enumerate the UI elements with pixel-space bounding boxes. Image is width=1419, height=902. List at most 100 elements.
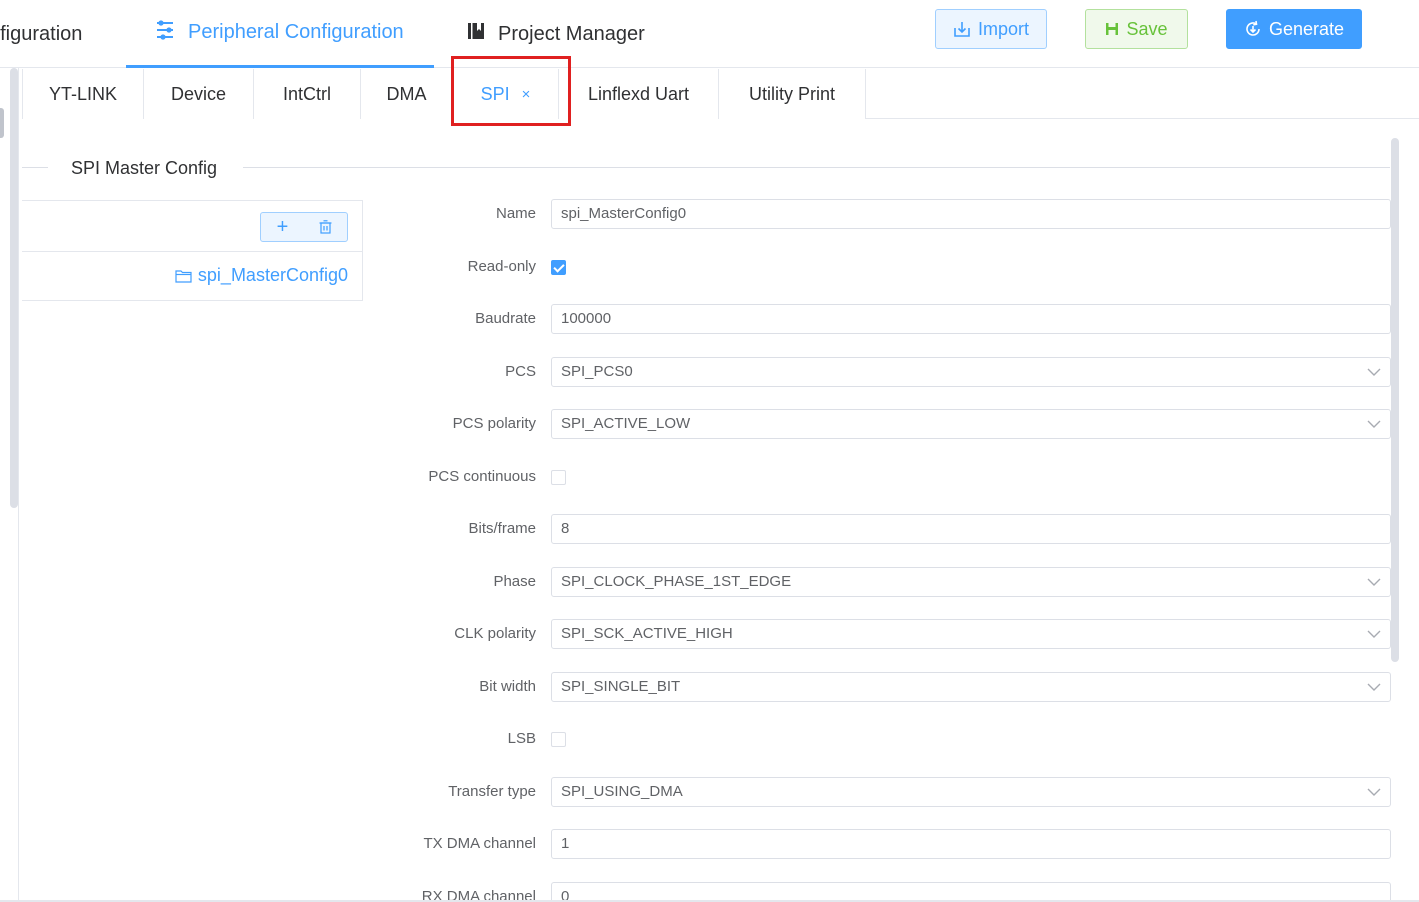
transfer-type-select[interactable]: SPI_USING_DMA [551,777,1391,807]
form-row-pcs-polarity: PCS polarity SPI_ACTIVE_LOW [360,409,1391,439]
tab-configuration[interactable]: nfiguration [0,0,126,68]
name-value: spi_MasterConfig0 [561,205,687,222]
left-scrollbar[interactable] [10,68,18,508]
form-row-name: Name spi_MasterConfig0 [360,199,1391,229]
add-button[interactable]: + [261,213,304,241]
readonly-checkbox[interactable] [551,260,566,275]
book-icon [466,21,486,47]
pcs-continuous-checkbox[interactable] [551,470,566,485]
form-clip: RX DMA channel 0 [0,880,1419,900]
tab-linflexd-uart[interactable]: Linflexd Uart [559,69,719,119]
readonly-label: Read-only [467,258,536,275]
section-title: SPI Master Config [71,158,244,179]
bits-frame-label: Bits/frame [468,520,536,537]
phase-select[interactable]: SPI_CLOCK_PHASE_1ST_EDGE [551,567,1391,597]
clk-polarity-select[interactable]: SPI_SCK_ACTIVE_HIGH [551,619,1391,649]
form-row-pcs: PCS SPI_PCS0 [360,357,1391,387]
form-row-bit-width: Bit width SPI_SINGLE_BIT [360,672,1391,702]
tab-peripheral-configuration[interactable]: Peripheral Configuration [126,0,434,68]
transfer-type-value: SPI_USING_DMA [561,783,683,800]
tab-yt-link[interactable]: YT-LINK [22,69,144,119]
tab-configuration-label: nfiguration [0,22,83,45]
import-icon [954,22,970,37]
section-divider [22,167,48,168]
generate-icon [1246,20,1260,36]
tab-spi[interactable]: SPI × [453,69,559,119]
tx-dma-channel-value: 1 [561,835,570,852]
phase-label: Phase [493,573,536,590]
chevron-down-icon [1367,683,1381,691]
chevron-down-icon [1367,368,1381,376]
chevron-down-icon [1367,788,1381,796]
tab-project-manager[interactable]: Project Manager [466,0,645,68]
top-navigation: nfiguration Peripheral Configuration Pro… [0,0,1419,68]
tx-dma-channel-input[interactable]: 1 [551,829,1391,859]
tab-label: Linflexd Uart [587,83,690,104]
form-scrollbar[interactable] [1391,138,1399,662]
save-label: Save [1126,18,1168,39]
pcs-select[interactable]: SPI_PCS0 [551,357,1391,387]
form-row-baudrate: Baudrate 100000 [360,304,1391,334]
delete-button[interactable] [304,213,347,241]
bit-width-label: Bit width [479,678,536,695]
rx-dma-channel-input[interactable]: 0 [551,882,1391,900]
form-row-phase: Phase SPI_CLOCK_PHASE_1ST_EDGE [360,567,1391,597]
bit-width-select[interactable]: SPI_SINGLE_BIT [551,672,1391,702]
pcs-polarity-label: PCS polarity [452,415,536,432]
lsb-label: LSB [507,730,536,747]
chevron-down-icon [1367,630,1381,638]
pcs-polarity-value: SPI_ACTIVE_LOW [561,415,691,432]
form-row-clk-polarity: CLK polarity SPI_SCK_ACTIVE_HIGH [360,619,1391,649]
chevron-down-icon [1367,420,1381,428]
lsb-checkbox[interactable] [551,732,566,747]
bits-frame-value: 8 [561,520,570,537]
tab-label: Device [170,83,227,104]
rx-dma-channel-value: 0 [561,888,570,900]
peripheral-tabs: YT-LINK Device IntCtrl DMA SPI × Linflex… [22,69,1419,119]
clk-polarity-value: SPI_SCK_ACTIVE_HIGH [561,625,733,642]
tree-item-label: spi_MasterConfig0 [197,265,348,285]
tab-dma[interactable]: DMA [361,69,453,119]
rx-dma-channel-label: RX DMA channel [421,888,536,900]
bits-frame-input[interactable]: 8 [551,514,1391,544]
pcs-polarity-select[interactable]: SPI_ACTIVE_LOW [551,409,1391,439]
folder-icon [175,269,192,283]
form-row-lsb: LSB [360,724,1391,754]
phase-value: SPI_CLOCK_PHASE_1ST_EDGE [561,573,792,590]
generate-label: Generate [1268,18,1345,39]
tab-utility-print[interactable]: Utility Print [719,69,866,119]
tab-intctrl[interactable]: IntCtrl [254,69,361,119]
baudrate-value: 100000 [561,310,612,327]
form-row-rx-dma-channel: RX DMA channel 0 [360,882,1391,900]
tree-item-spi-masterconfig0[interactable]: spi_MasterConfig0 [175,265,348,286]
tab-label: Utility Print [748,83,835,104]
name-label: Name [495,205,536,222]
section-divider [240,167,1390,168]
tab-device[interactable]: Device [144,69,254,119]
chevron-down-icon [1367,578,1381,586]
import-button[interactable]: Import [935,9,1047,49]
sidebar-collapse-handle[interactable] [0,108,4,138]
save-button[interactable]: Save [1085,9,1188,49]
tab-label: YT-LINK [48,83,118,104]
baudrate-input[interactable]: 100000 [551,304,1391,334]
form-row-transfer-type: Transfer type SPI_USING_DMA [360,777,1391,807]
clk-polarity-label: CLK polarity [454,625,536,642]
close-icon[interactable]: × [522,86,531,103]
name-input[interactable]: spi_MasterConfig0 [551,199,1391,229]
tree-toolbar: + [22,201,362,252]
pcs-label: PCS [505,363,536,380]
sliders-icon [154,19,176,47]
import-label: Import [977,18,1029,39]
tab-label: IntCtrl [282,83,331,104]
form-row-tx-dma-channel: TX DMA channel 1 [360,829,1391,859]
form-row-bits-frame: Bits/frame 8 [360,514,1391,544]
tab-peripheral-configuration-label: Peripheral Configuration [188,21,404,43]
trash-icon [319,220,332,234]
form-row-pcs-continuous: PCS continuous [360,462,1391,492]
bit-width-value: SPI_SINGLE_BIT [561,678,681,695]
tree-button-group: + [260,212,348,242]
tab-project-manager-label: Project Manager [498,22,645,45]
pcs-continuous-label: PCS continuous [428,468,536,485]
generate-button[interactable]: Generate [1226,9,1362,49]
